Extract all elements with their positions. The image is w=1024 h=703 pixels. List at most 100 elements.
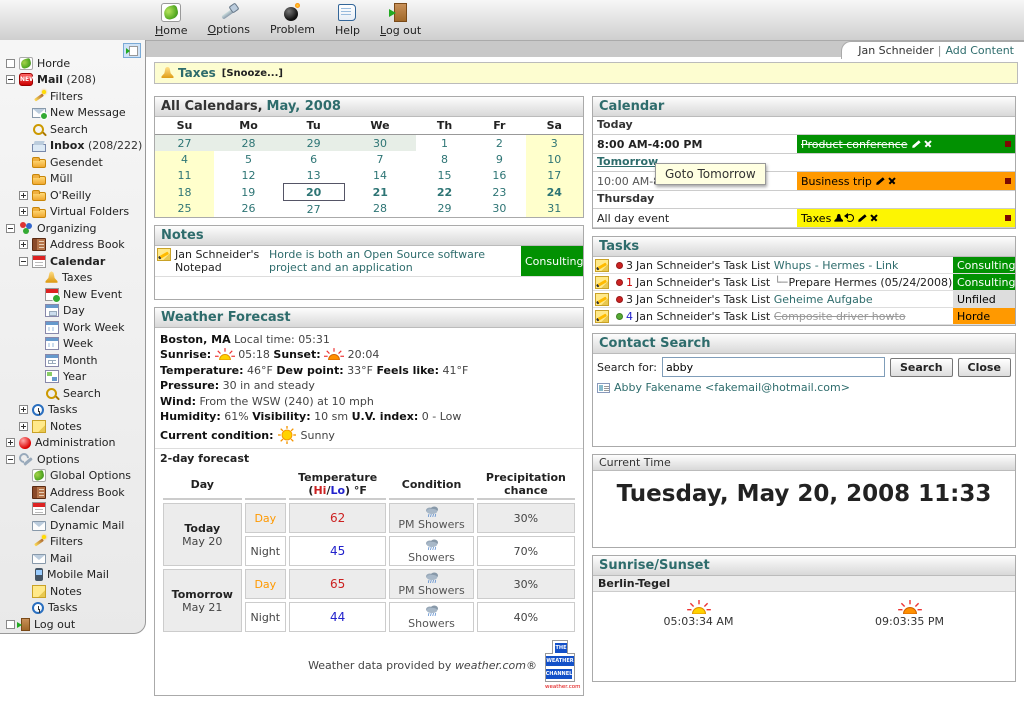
- tree-toggle-icon[interactable]: [6, 455, 15, 464]
- minical-day[interactable]: 28: [344, 201, 416, 218]
- sidebar-item-new-event[interactable]: New Event: [6, 286, 145, 303]
- tree-toggle-icon[interactable]: [6, 75, 15, 84]
- minical-day[interactable]: 21: [344, 184, 416, 201]
- minical-day[interactable]: 16: [473, 167, 525, 184]
- minical-day[interactable]: 17: [526, 167, 583, 184]
- sidebar-item-m-ll[interactable]: Müll: [6, 171, 145, 188]
- sidebar-item-dynamic-mail[interactable]: Dynamic Mail: [6, 517, 145, 534]
- minical-day[interactable]: 13: [283, 167, 344, 184]
- minical-day[interactable]: 2: [473, 135, 525, 152]
- close-button[interactable]: Close: [958, 358, 1011, 377]
- problem-button[interactable]: Problem: [270, 2, 315, 37]
- minical-day[interactable]: 27: [283, 201, 344, 218]
- tree-toggle-icon[interactable]: [6, 620, 15, 629]
- alarm-title-link[interactable]: Taxes: [178, 66, 216, 80]
- tree-toggle-icon[interactable]: [19, 405, 28, 414]
- minical-day[interactable]: 29: [283, 135, 344, 152]
- minical-day[interactable]: 5: [214, 151, 283, 167]
- minical-day[interactable]: 11: [155, 167, 214, 184]
- add-content-link[interactable]: Add Content: [945, 44, 1014, 57]
- sidebar-item-tasks[interactable]: Tasks: [6, 600, 145, 617]
- sidebar-item-work-week[interactable]: Work Week: [6, 319, 145, 336]
- minical-day[interactable]: 29: [416, 201, 473, 218]
- task-name-link[interactable]: Geheime Aufgabe: [774, 293, 873, 306]
- note-preview-link[interactable]: Horde is both an Open Source software pr…: [265, 246, 521, 276]
- tree-toggle-icon[interactable]: [19, 240, 28, 249]
- sidebar-item-address-book[interactable]: Address Book: [6, 484, 145, 501]
- event-product-conference[interactable]: Product conference: [797, 135, 1015, 153]
- sidebar-item-mobile-mail[interactable]: Mobile Mail: [6, 567, 145, 584]
- sidebar-item-administration[interactable]: Administration: [6, 435, 145, 452]
- logout-button[interactable]: Log out: [380, 2, 421, 37]
- sidebar-item-mail[interactable]: Mail (208): [6, 72, 145, 89]
- edit-icon[interactable]: [875, 177, 885, 186]
- minical-day[interactable]: 10: [526, 151, 583, 167]
- tree-toggle-icon[interactable]: [19, 191, 28, 200]
- sidebar-item-notes[interactable]: Notes: [6, 418, 145, 435]
- sidebar-item-mail[interactable]: Mail: [6, 550, 145, 567]
- minical-day[interactable]: 28: [214, 135, 283, 152]
- sidebar-item-virtual-folders[interactable]: Virtual Folders: [6, 204, 145, 221]
- delete-icon[interactable]: [924, 140, 932, 148]
- sidebar-item-month[interactable]: Month: [6, 352, 145, 369]
- agenda-day-tomorrow-link[interactable]: Tomorrow: [593, 154, 662, 171]
- minical-day[interactable]: 1: [416, 135, 473, 152]
- task-edit-icon[interactable]: [595, 293, 609, 306]
- minical-day[interactable]: 4: [155, 151, 214, 167]
- minical-day[interactable]: 24: [526, 184, 583, 201]
- task-name-link[interactable]: Whups - Hermes - Link: [774, 259, 899, 272]
- minical-day[interactable]: 30: [473, 201, 525, 218]
- task-edit-icon[interactable]: [595, 310, 609, 323]
- edit-icon[interactable]: [858, 214, 868, 223]
- minical-day[interactable]: 23: [473, 184, 525, 201]
- tree-toggle-icon[interactable]: [6, 224, 15, 233]
- minical-day[interactable]: 12: [214, 167, 283, 184]
- minical-day[interactable]: 6: [283, 151, 344, 167]
- event-taxes[interactable]: Taxes: [797, 209, 1015, 227]
- minical-day[interactable]: 30: [344, 135, 416, 152]
- minical-day[interactable]: 27: [155, 135, 214, 152]
- minical-day[interactable]: 22: [416, 184, 473, 201]
- sidebar-item-search[interactable]: Search: [6, 385, 145, 402]
- delete-icon[interactable]: [888, 177, 896, 185]
- options-button[interactable]: Options: [208, 2, 250, 37]
- sidebar-item-inbox[interactable]: Inbox (208/222): [6, 138, 145, 155]
- sidebar-item-filters[interactable]: Filters: [6, 534, 145, 551]
- edit-icon[interactable]: [911, 140, 921, 149]
- tree-toggle-icon[interactable]: [19, 207, 28, 216]
- tree-toggle-icon[interactable]: [19, 422, 28, 431]
- tree-toggle-icon[interactable]: [19, 257, 28, 266]
- minical-day[interactable]: 20: [283, 184, 344, 201]
- contact-result[interactable]: Abby Fakename <fakemail@hotmail.com>: [593, 380, 1015, 395]
- sidebar-item-notes[interactable]: Notes: [6, 583, 145, 600]
- minical-day[interactable]: 8: [416, 151, 473, 167]
- minical-day[interactable]: 19: [214, 184, 283, 201]
- minical-day[interactable]: 18: [155, 184, 214, 201]
- sidebar-item-day[interactable]: Day: [6, 303, 145, 320]
- minical-day[interactable]: 26: [214, 201, 283, 218]
- sidebar-item-tasks[interactable]: Tasks: [6, 402, 145, 419]
- minical-day[interactable]: 9: [473, 151, 525, 167]
- help-button[interactable]: Help: [335, 2, 360, 37]
- alarm-snooze-link[interactable]: [Snooze...]: [222, 68, 283, 79]
- search-button[interactable]: Search: [890, 358, 953, 377]
- sidebar-item-global-options[interactable]: Global Options: [6, 468, 145, 485]
- sidebar-item-log-out[interactable]: Log out: [6, 616, 145, 633]
- sidebar-item-taxes[interactable]: Taxes: [6, 270, 145, 287]
- sidebar-item-week[interactable]: Week: [6, 336, 145, 353]
- minical-day[interactable]: 14: [344, 167, 416, 184]
- sidebar-item-search[interactable]: Search: [6, 121, 145, 138]
- delete-icon[interactable]: [870, 214, 878, 222]
- minical-day[interactable]: 3: [526, 135, 583, 152]
- sidebar-item-calendar[interactable]: Calendar: [6, 253, 145, 270]
- sidebar-item-calendar[interactable]: Calendar: [6, 501, 145, 518]
- tree-toggle-icon[interactable]: [6, 438, 15, 447]
- sidebar-item-options[interactable]: Options: [6, 451, 145, 468]
- weather-com-link[interactable]: weather.com®: [455, 659, 537, 672]
- minical-day[interactable]: 25: [155, 201, 214, 218]
- minical-day[interactable]: 7: [344, 151, 416, 167]
- tree-toggle-icon[interactable]: [6, 59, 15, 68]
- event-business-trip[interactable]: Business trip: [797, 172, 1015, 190]
- sidebar-item-new-message[interactable]: New Message: [6, 105, 145, 122]
- task-edit-icon[interactable]: [595, 276, 609, 289]
